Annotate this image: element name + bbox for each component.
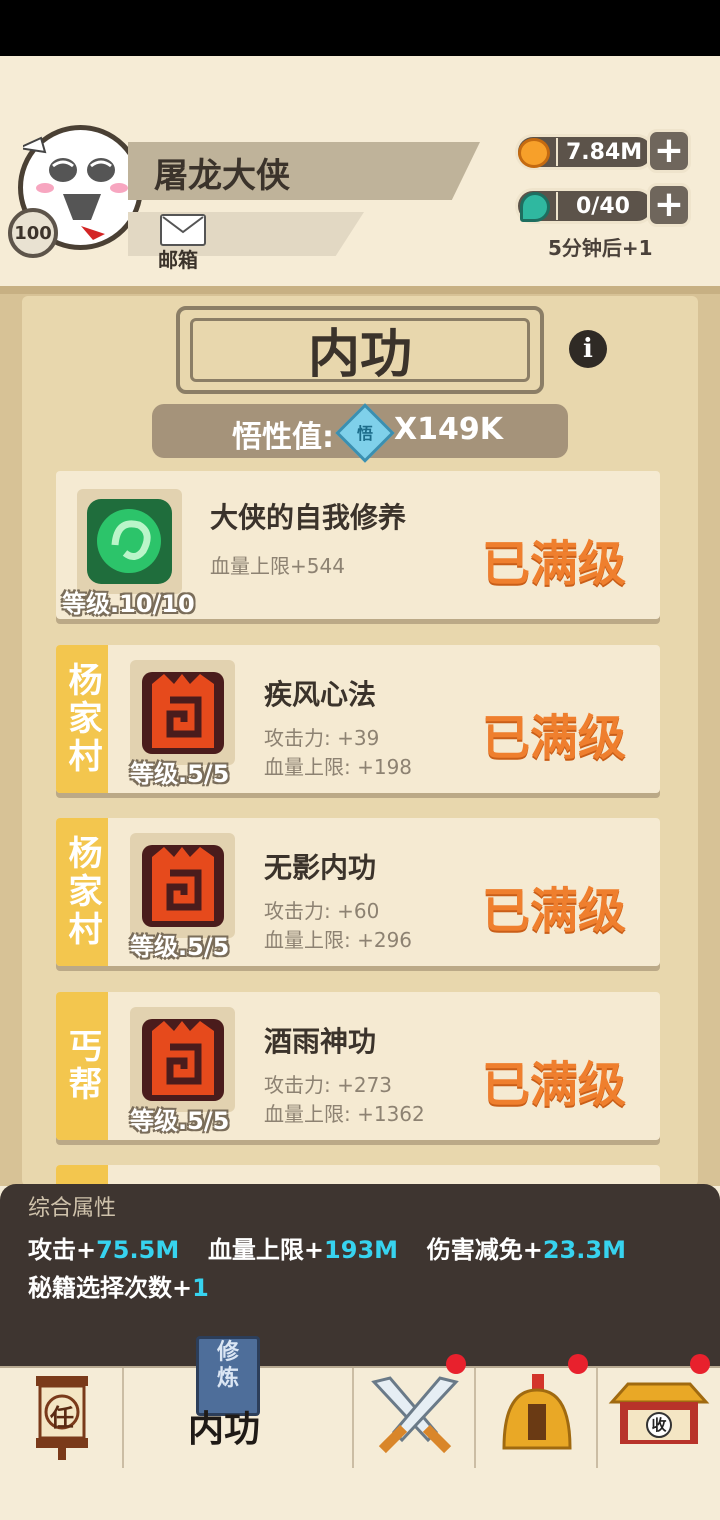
skill-name: 无影内功	[264, 851, 377, 884]
nav-tab-hero[interactable]	[476, 1354, 598, 1468]
skill-level: 等级.5/5	[130, 933, 230, 961]
skill-level: 等级.10/10	[62, 590, 195, 618]
info-icon: i	[583, 334, 593, 364]
coin-icon	[518, 138, 550, 168]
skill-faction-label: 杨家村	[62, 662, 102, 776]
notification-dot	[568, 1354, 588, 1374]
skill-faction-tag: 丐帮	[56, 992, 108, 1140]
green-swirl-icon	[87, 499, 172, 584]
scroll-icon-text: 任	[50, 1404, 74, 1432]
stamina-value: 0/40	[576, 194, 630, 219]
damage-reduction-value: 23.3M	[542, 1236, 626, 1264]
skill-faction-tag: 杨家村	[56, 645, 108, 793]
summary-row-1: 攻击+75.5M 血量上限+193M 伤害减免+23.3M	[28, 1230, 626, 1265]
skill-stat: 攻击力: +273	[264, 1073, 393, 1097]
player-name: 屠龙大侠	[154, 156, 290, 196]
player-level-badge: 100	[8, 208, 58, 258]
info-button[interactable]: i	[569, 330, 607, 368]
crossed-swords-icon	[371, 1376, 459, 1454]
nav-tab-task[interactable]: 任	[0, 1368, 124, 1468]
stamina-drop-icon	[520, 192, 550, 222]
skill-name: 酒雨神功	[264, 1025, 377, 1058]
skill-icon-frame	[130, 1007, 235, 1112]
max-level-label: 已满级	[482, 883, 627, 939]
nav-tab-battle[interactable]	[354, 1354, 476, 1468]
notification-dot	[690, 1354, 710, 1374]
skill-stat: 血量上限: +1362	[264, 1102, 425, 1126]
red-rune-icon	[142, 672, 224, 754]
notification-dot	[446, 1354, 466, 1374]
skill-stat: 血量上限: +198	[264, 755, 413, 779]
secret-choice-value: 1	[192, 1274, 209, 1302]
skill-faction-label: 杨家村	[62, 835, 102, 949]
plus-icon: +	[653, 184, 685, 225]
secret-choice-label: 秘籍选择次数+	[28, 1274, 193, 1302]
shop-icon-text: 收	[646, 1412, 672, 1438]
coin-divider	[556, 138, 558, 166]
attack-label: 攻击+	[28, 1236, 97, 1264]
stamina-regen-timer: 5分钟后+1	[548, 236, 653, 260]
skill-faction-label: 丐帮	[62, 1028, 102, 1104]
red-rune-icon	[142, 845, 224, 927]
skill-faction-tag: 杨家村	[56, 818, 108, 966]
nav-tab-neigong-label: 内功	[188, 1409, 261, 1450]
max-level-label: 已满级	[482, 710, 627, 766]
coin-value: 7.84M	[566, 140, 643, 165]
skill-level: 等级.5/5	[130, 760, 230, 788]
summary-row-2: 秘籍选择次数+1	[28, 1268, 209, 1303]
hp-label: 血量上限+	[207, 1236, 325, 1264]
skill-level: 等级.5/5	[130, 1107, 230, 1135]
attack-value: 75.5M	[96, 1236, 180, 1264]
skill-stat: 血量上限: +296	[264, 928, 413, 952]
hp-value: 193M	[324, 1236, 399, 1264]
skill-stat: 攻击力: +60	[264, 899, 380, 923]
skill-name: 疾风心法	[264, 678, 377, 711]
insight-value: X149K	[394, 412, 503, 447]
status-bar	[0, 0, 720, 56]
skill-stat: 血量上限+544	[210, 554, 345, 578]
skill-stat: 攻击力: +39	[264, 726, 380, 750]
mail-icon[interactable]	[160, 214, 206, 246]
nav-tab-collect[interactable]: 收	[598, 1354, 720, 1468]
summary-title: 综合属性	[28, 1196, 117, 1221]
add-coins-button[interactable]: +	[647, 129, 691, 173]
helmet-icon	[502, 1374, 572, 1450]
add-stamina-button[interactable]: +	[647, 183, 691, 227]
skill-icon-frame	[130, 660, 235, 765]
max-level-label: 已满级	[482, 1057, 627, 1113]
skill-name: 大侠的自我修养	[210, 501, 407, 534]
insight-label: 悟性值:	[232, 420, 334, 455]
page-title: 内功	[307, 325, 412, 385]
insight-gem-text: 悟	[356, 424, 373, 443]
nav-tab-neigong[interactable]: 修炼 内功	[124, 1336, 354, 1468]
red-rune-icon	[142, 1019, 224, 1101]
max-level-label: 已满级	[482, 536, 627, 592]
skill-icon-frame	[77, 489, 182, 594]
plus-icon: +	[653, 130, 685, 171]
mail-label[interactable]: 邮箱	[158, 244, 198, 273]
damage-reduction-label: 伤害减免+	[426, 1236, 543, 1264]
stamina-divider	[556, 192, 558, 220]
skill-icon-frame	[130, 833, 235, 938]
book-icon-text: 修炼	[216, 1340, 239, 1391]
